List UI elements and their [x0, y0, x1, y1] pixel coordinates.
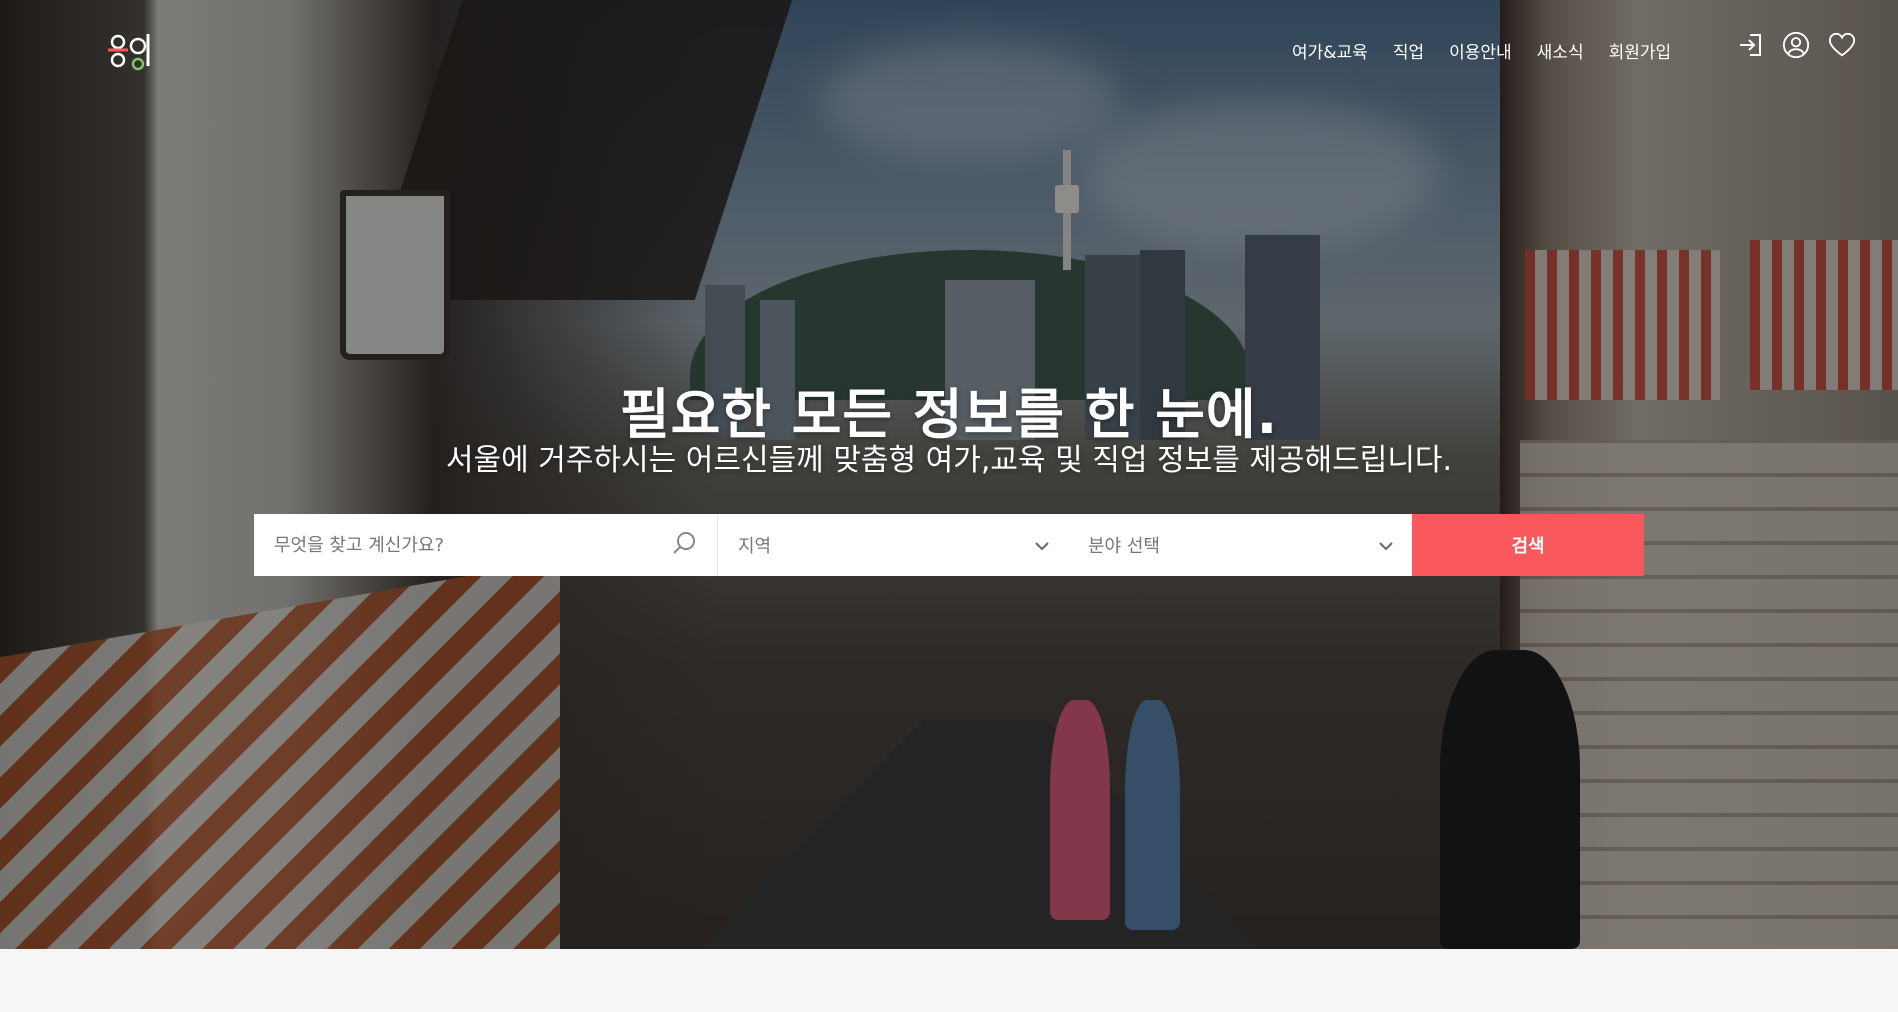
login-icon[interactable] [1736, 30, 1764, 60]
main-nav: 여가&교육 직업 이용안내 새소식 회원가입 [1292, 38, 1696, 63]
nav-guide[interactable]: 이용안내 [1449, 38, 1512, 63]
search-bar: 지역 분야 선택 검색 [254, 514, 1644, 576]
region-select[interactable]: 지역 [718, 514, 1068, 576]
search-icon[interactable] [671, 530, 697, 560]
field-select[interactable]: 분야 선택 [1068, 514, 1412, 576]
nav-leisure-education[interactable]: 여가&교육 [1292, 38, 1368, 63]
search-button[interactable]: 검색 [1412, 514, 1644, 576]
user-icon[interactable] [1782, 30, 1810, 60]
nav-signup[interactable]: 회원가입 [1609, 38, 1672, 63]
search-input[interactable] [274, 534, 671, 556]
logo-icon [108, 34, 150, 71]
hero-subtitle: 서울에 거주하시는 어르신들께 맞춤형 여가,교육 및 직업 정보를 제공해드립… [445, 443, 1453, 478]
nav-news[interactable]: 새소식 [1537, 38, 1584, 63]
chevron-down-icon [1378, 536, 1394, 555]
heart-icon[interactable] [1828, 30, 1856, 60]
chevron-down-icon [1034, 536, 1050, 555]
logo[interactable] [104, 22, 160, 72]
search-box [254, 514, 718, 576]
nav-jobs[interactable]: 직업 [1393, 38, 1424, 63]
header-icons [1736, 30, 1856, 60]
region-select-label: 지역 [738, 536, 772, 557]
content-area [0, 949, 1898, 1012]
field-select-label: 분야 선택 [1088, 536, 1160, 557]
